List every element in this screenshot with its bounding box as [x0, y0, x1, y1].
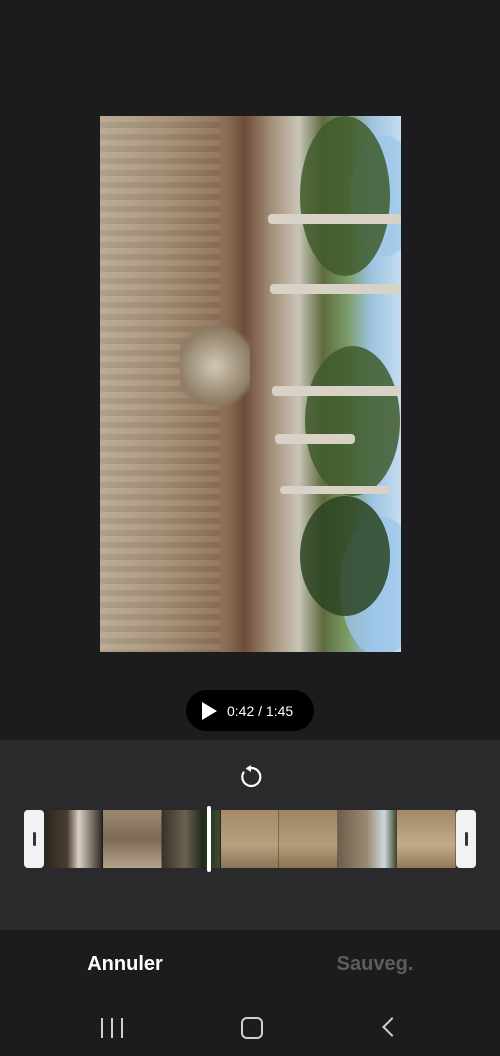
trim-timeline[interactable] — [24, 806, 476, 872]
video-frame-trunk — [268, 214, 401, 224]
thumbnail-frame — [279, 810, 339, 868]
video-preview[interactable] — [100, 116, 401, 652]
trim-handle-left[interactable] — [24, 810, 44, 868]
save-button[interactable]: Sauveg. — [310, 953, 440, 979]
thumbnail-frame — [397, 810, 456, 868]
thumbnail-frame — [338, 810, 398, 868]
thumbnail-frame — [161, 810, 221, 868]
handle-grip — [464, 832, 468, 846]
video-frame-trunk — [272, 386, 401, 396]
thumbnail-frame — [44, 810, 103, 868]
play-icon[interactable] — [202, 701, 217, 720]
trim-handle-right[interactable] — [456, 810, 476, 868]
video-frame-foliage — [305, 346, 400, 496]
home-icon[interactable] — [241, 1017, 263, 1039]
video-frame-trunk — [270, 284, 401, 294]
video-frame-trunk — [275, 434, 355, 444]
video-frame-trunk — [280, 486, 390, 494]
video-frame-bush — [180, 316, 250, 416]
video-frame-foliage — [300, 496, 390, 616]
thumbnail-frame — [220, 810, 280, 868]
play-time-pill[interactable]: 0:42 / 1:45 — [186, 690, 314, 731]
frame-strip — [44, 810, 456, 868]
playhead[interactable] — [206, 806, 211, 872]
reset-rotate-icon[interactable] — [238, 764, 264, 790]
handle-grip — [32, 832, 36, 846]
time-display: 0:42 / 1:45 — [227, 702, 294, 719]
thumbnail-frame — [102, 810, 162, 868]
video-frame-foliage — [300, 116, 390, 276]
recent-apps-icon[interactable] — [101, 1018, 123, 1038]
cancel-button[interactable]: Annuler — [60, 953, 190, 979]
